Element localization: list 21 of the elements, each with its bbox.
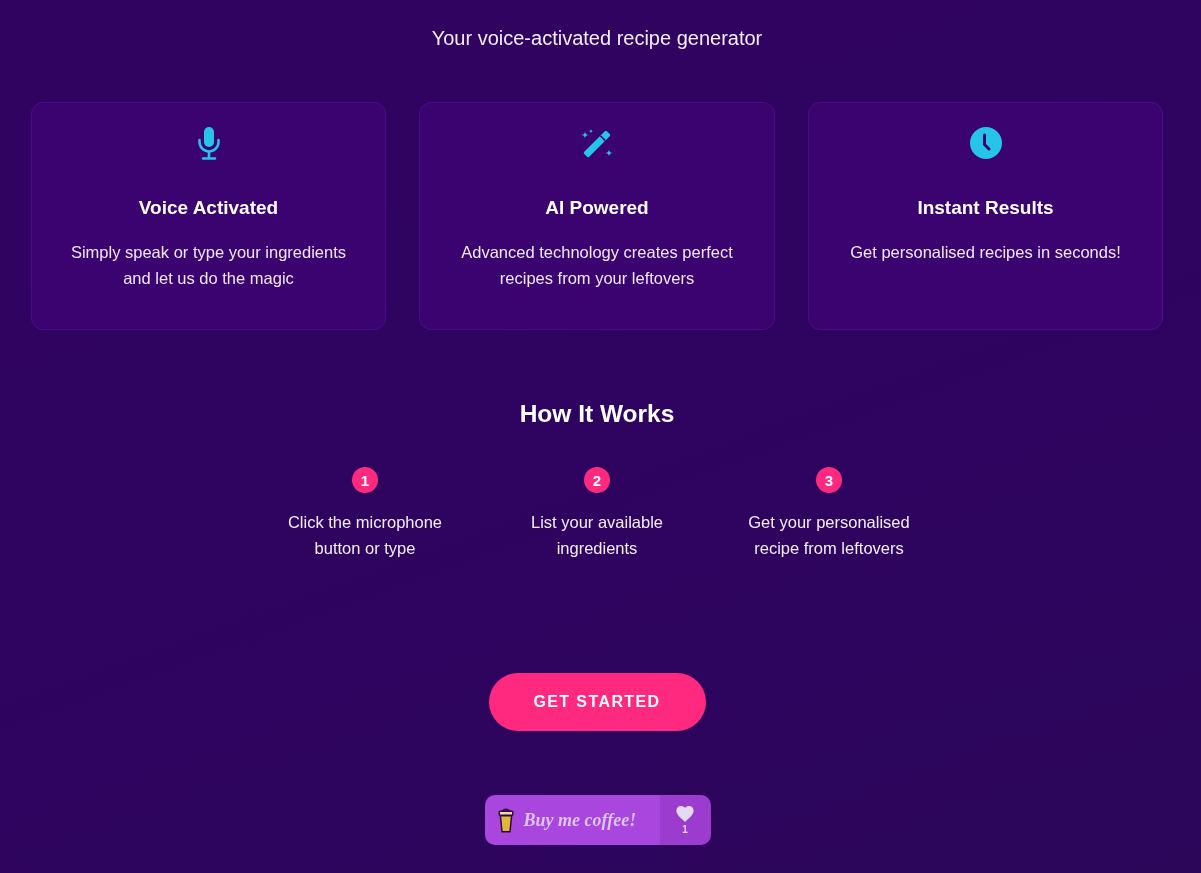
heart-icon	[676, 805, 694, 822]
step-number: 2	[584, 467, 610, 493]
step-number: 3	[816, 467, 842, 493]
section-heading: How It Works	[518, 399, 676, 429]
buy-coffee-link[interactable]: Buy me coffee!	[484, 795, 660, 845]
coffee-cup-icon	[497, 807, 514, 833]
feature-title: Instant Results	[916, 196, 1055, 220]
like-button[interactable]: 1	[659, 795, 711, 845]
microphone-icon	[196, 127, 221, 160]
feature-description: Advanced technology creates perfect recipes from your leftovers	[460, 242, 734, 289]
page-subtitle: Your voice-activated recipe generator	[430, 26, 764, 50]
feature-description: Get personalised recipes in seconds!	[849, 242, 1122, 263]
step-text: List your available ingredients	[529, 512, 665, 559]
step-text: Get your personalised recipe from leftovers	[747, 512, 911, 559]
step-number: 1	[352, 467, 378, 493]
step-text: Click the microphone button or type	[286, 512, 444, 559]
feature-title: Voice Activated	[137, 196, 280, 220]
clock-icon	[969, 127, 1002, 159]
get-started-button[interactable]: GET STARTED	[488, 673, 706, 731]
feature-title: AI Powered	[544, 196, 650, 220]
feature-description: Simply speak or type your ingredients and let us do the magic	[69, 242, 348, 289]
